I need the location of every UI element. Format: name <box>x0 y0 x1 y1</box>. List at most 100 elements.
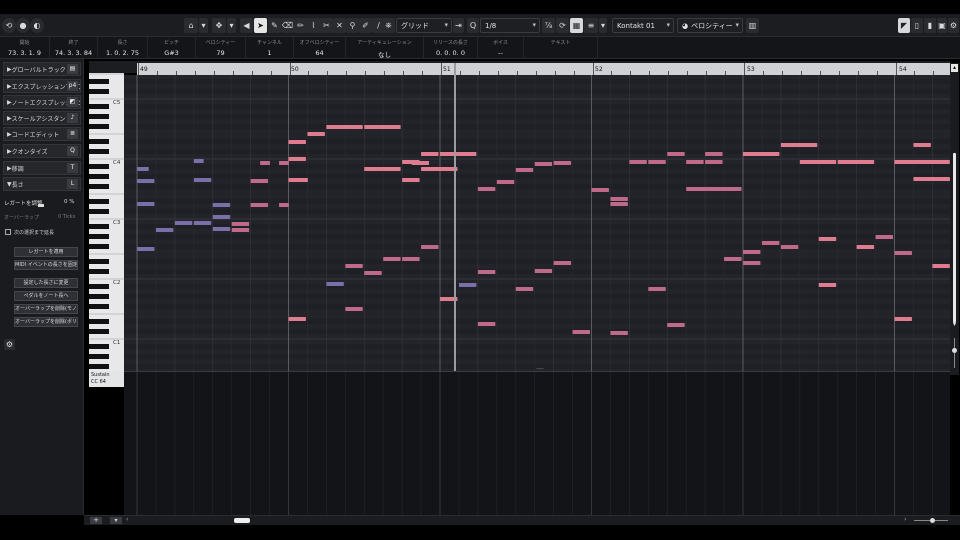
black-key <box>89 89 109 94</box>
vertical-zoom-knob[interactable] <box>952 348 957 353</box>
add-lane-button[interactable]: + <box>90 517 102 524</box>
midi-note <box>875 235 893 239</box>
quantize-select[interactable]: 1/8 ▾ <box>480 18 540 33</box>
glue-icon[interactable]: ⌇ <box>307 18 320 33</box>
list-icon[interactable]: ≡ <box>584 18 598 33</box>
panel-right-icon[interactable]: ▮ <box>924 18 936 33</box>
horizontal-scroll-thumb[interactable] <box>234 518 250 523</box>
gear-icon[interactable]: ⚙ <box>948 18 959 33</box>
quantize-icon[interactable]: Q <box>467 18 479 33</box>
length-field[interactable]: 長さ 1. 0. 2. 75 <box>98 37 148 59</box>
velocity-field[interactable]: ベロシティー 79 <box>196 37 246 59</box>
section-chord-edit[interactable]: ▶ コードエディット ≣ <box>3 127 81 141</box>
tool-icon[interactable]: ✥ <box>212 18 226 33</box>
midi-note <box>288 157 306 161</box>
camera-icon[interactable]: ⌂ <box>184 18 198 33</box>
eraser-icon[interactable]: ⌫ <box>281 18 294 33</box>
articulation-field[interactable]: アーティキュレーション なし <box>346 37 424 59</box>
piano-keyboard[interactable]: C5 C4 C3 C2 C1 <box>89 73 124 371</box>
grid-row-dark <box>124 244 950 249</box>
midi-note <box>799 160 837 164</box>
snap-icon[interactable]: ⛯ <box>382 18 395 33</box>
release-field[interactable]: リリースの長さ 0. 0. 0. 0 <box>424 37 478 59</box>
record-icon[interactable]: ● <box>16 18 30 33</box>
delete-overlap-mono-button[interactable]: オーバーラップを削除(モノ) <box>14 304 78 314</box>
brush-icon[interactable]: ✏ <box>294 18 307 33</box>
vertical-zoom-slider[interactable] <box>954 338 955 368</box>
pencil-icon[interactable]: ✎ <box>268 18 281 33</box>
fix-length-button[interactable]: MIDI イベントの長さを固定 <box>14 260 78 270</box>
arrow-icon[interactable]: ➤ <box>254 18 267 33</box>
monitor-icon[interactable]: ◐ <box>30 18 44 33</box>
section-scale-assistant[interactable]: ▶ スケールアシスタント ♪ <box>3 111 81 125</box>
scroll-right-icon[interactable]: › <box>904 516 906 523</box>
step-icon[interactable]: ▦ <box>570 18 583 33</box>
channel-field[interactable]: チャンネル 1 <box>246 37 294 59</box>
section-quantize[interactable]: ▶ クオンタイズ Q <box>3 144 81 158</box>
midi-note <box>326 282 344 286</box>
horizontal-zoom-knob[interactable] <box>930 518 935 523</box>
midi-note <box>307 132 325 136</box>
cycle-icon[interactable]: ⟳ <box>556 18 569 33</box>
note-grid-graphic[interactable] <box>124 75 950 371</box>
settings-gear-icon[interactable]: ⚙ <box>4 339 15 350</box>
lane-preset-button[interactable]: ▾ <box>110 517 122 524</box>
set-length-button[interactable]: 設定した長さに変更 <box>14 278 78 288</box>
section-transpose[interactable]: ▶ 移調 T <box>3 161 81 175</box>
scroll-left-icon[interactable]: ‹ <box>126 516 128 523</box>
pitch-field[interactable]: ピッチ G#3 <box>148 37 196 59</box>
swing-icon[interactable]: ⅞ <box>542 18 555 33</box>
mute-icon[interactable]: ✕ <box>333 18 346 33</box>
expression-map-icon: p4 <box>67 81 78 91</box>
off-velocity-field[interactable]: オフベロシティー 64 <box>294 37 346 59</box>
note-color-select[interactable]: ◕ ベロシティー ▾ <box>677 18 743 33</box>
vertical-scrollbar[interactable]: ▴ ▾ <box>950 63 959 375</box>
ruler[interactable]: 49 50 51 52 53 54 <box>137 63 950 75</box>
section-global-tracks[interactable]: ▶ グローバルトラック ▤ <box>3 62 81 76</box>
midi-note <box>856 160 875 164</box>
chevron-down-icon[interactable]: ▾ <box>599 18 607 33</box>
quantize-panel-icon: Q <box>67 146 78 156</box>
window-icon[interactable]: ▣ <box>937 18 947 33</box>
chevron-down-icon[interactable]: ▾ <box>199 18 208 33</box>
speaker-icon[interactable]: ◀ <box>240 18 253 33</box>
instrument-select[interactable]: Kontakt 01 ▾ <box>612 18 674 33</box>
grid-arrow-icon[interactable]: ⇥ <box>453 18 464 33</box>
chevron-down-icon[interactable]: ▾ <box>227 18 236 33</box>
legato-value[interactable]: 0 % <box>64 199 74 205</box>
legato-slider[interactable] <box>38 204 44 207</box>
midi-note <box>231 222 250 226</box>
section-length[interactable]: ▼ 長さ L <box>3 177 81 191</box>
apply-legato-button[interactable]: レガートを適用 <box>14 247 78 257</box>
scroll-up-icon[interactable]: ▴ <box>951 64 958 72</box>
grid-row-dark <box>124 79 950 84</box>
scissors-icon[interactable]: ✂ <box>320 18 333 33</box>
controller-lane[interactable] <box>124 371 950 515</box>
text-field[interactable]: テキスト <box>524 37 598 59</box>
line-icon[interactable]: ✐ <box>359 18 372 33</box>
extend-checkbox[interactable] <box>5 229 11 235</box>
midi-note <box>288 140 306 144</box>
lane-divider-handle[interactable]: ···· <box>534 367 546 373</box>
start-field[interactable]: 開始 73. 3. 1. 9 <box>0 37 50 59</box>
controller-selector[interactable]: Sustain CC 64 <box>89 371 124 387</box>
overlap-value[interactable]: 0 Ticks <box>58 214 75 220</box>
pedal-to-note-button[interactable]: ペダルをノート長へ <box>14 291 78 301</box>
left-zone-icon[interactable]: ◤ <box>898 18 910 33</box>
grid-row-dark <box>124 184 950 189</box>
panel-icon[interactable]: ▯ <box>911 18 923 33</box>
loop-icon[interactable]: ⟲ <box>2 18 16 33</box>
midi-note <box>477 187 496 191</box>
note-grid[interactable] <box>124 75 950 371</box>
zoom-icon[interactable]: ⚲ <box>346 18 359 33</box>
section-note-expression[interactable]: ▶ ノートエクスプレッション ◩ <box>3 95 81 109</box>
keyboard-icon[interactable]: ▥ <box>746 18 759 33</box>
section-expression-map[interactable]: ▶ エクスプレッションマップ p4 <box>3 79 81 93</box>
midi-note <box>288 178 308 182</box>
end-field[interactable]: 終了 74. 3. 3. 84 <box>50 37 98 59</box>
voice-field[interactable]: ボイス -- <box>478 37 524 59</box>
delete-overlap-poly-button[interactable]: オーバーラップを削除(ポリ) <box>14 317 78 327</box>
scroll-thumb[interactable] <box>953 153 956 323</box>
scroll-down-icon[interactable]: ▾ <box>951 321 958 329</box>
grid-type-select[interactable]: グリッド ▾ <box>396 18 452 33</box>
